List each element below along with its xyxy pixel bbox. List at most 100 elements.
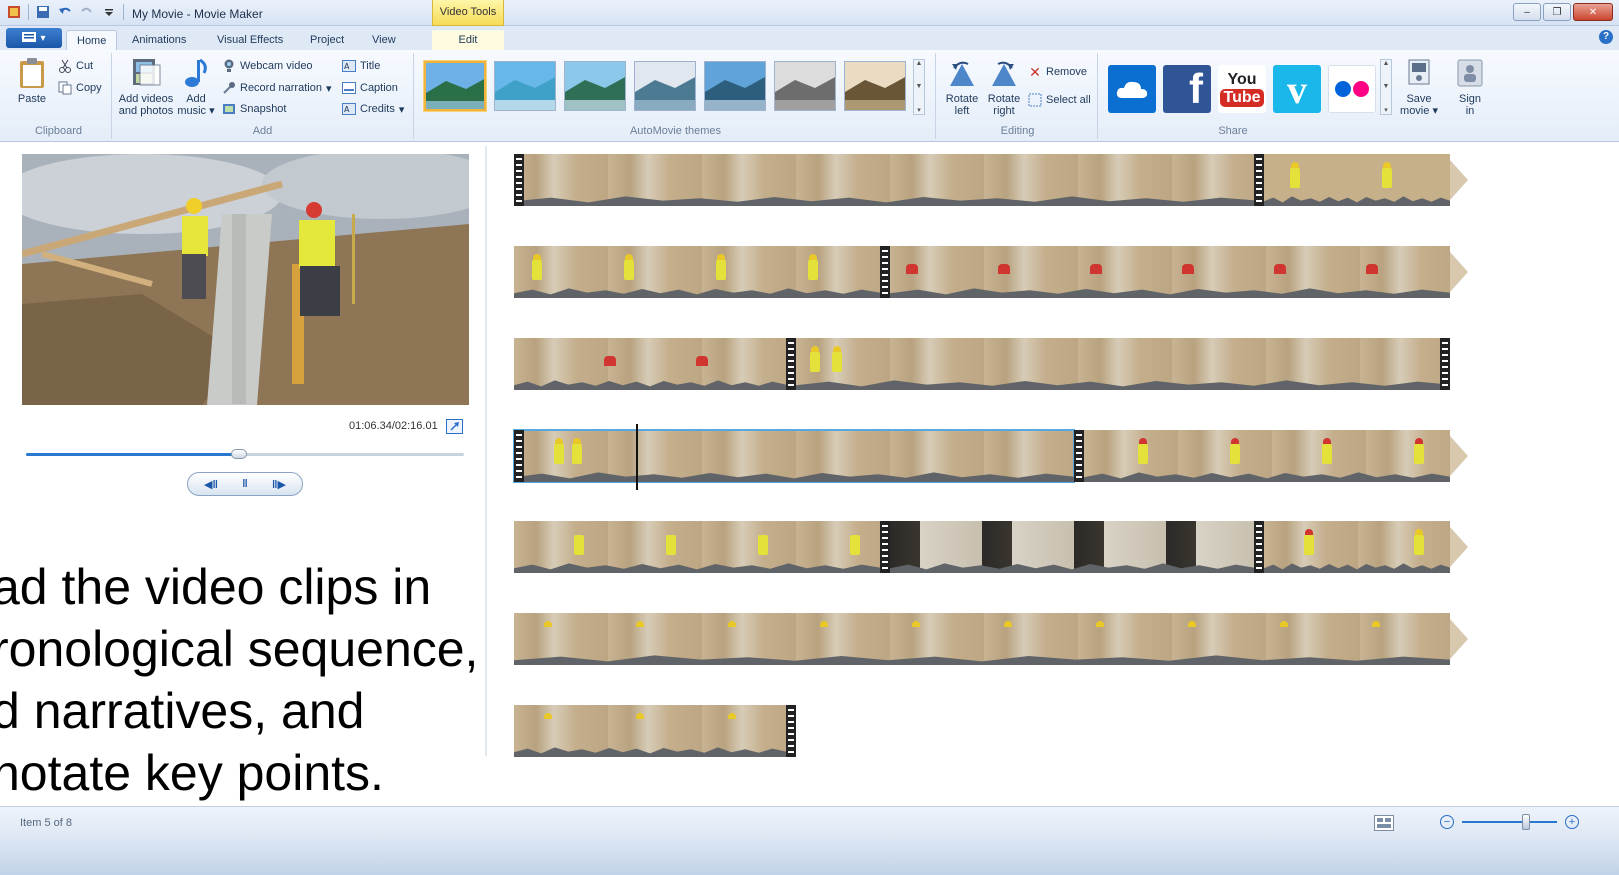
- add-music-button[interactable]: Add music ▾: [176, 57, 216, 117]
- automovie-theme-tile[interactable]: [424, 61, 486, 111]
- storyboard-row: [514, 338, 1474, 390]
- window-controls: – ❐ ✕: [1513, 3, 1613, 21]
- video-clip[interactable]: [514, 154, 1258, 206]
- restore-button[interactable]: ❐: [1543, 3, 1571, 21]
- ribbon: Paste Cut Copy Clipboard Add videos and …: [0, 50, 1619, 142]
- video-clip[interactable]: [1264, 521, 1450, 573]
- video-clip[interactable]: [1264, 154, 1450, 206]
- tab-animations[interactable]: Animations: [122, 30, 196, 50]
- storyboard-view-icon[interactable]: [1374, 815, 1394, 831]
- tab-visual-effects[interactable]: Visual Effects: [207, 30, 293, 50]
- video-clip[interactable]: [890, 246, 1450, 298]
- scroll-down-icon[interactable]: ▼: [916, 83, 923, 90]
- video-preview-monitor[interactable]: [22, 154, 469, 405]
- onedrive-cloud-icon[interactable]: [1108, 65, 1156, 113]
- pause-button[interactable]: ‖: [230, 475, 260, 493]
- automovie-theme-tile[interactable]: [634, 61, 696, 111]
- snapshot-button[interactable]: Snapshot: [222, 102, 286, 116]
- credits-button[interactable]: A Credits ▾: [342, 102, 404, 116]
- playback-controls: ◀‖ ‖ ‖▶: [187, 472, 303, 496]
- tab-project[interactable]: Project: [300, 30, 354, 50]
- rotate-left-button[interactable]: Rotate left: [942, 57, 982, 117]
- video-clip[interactable]: [514, 705, 786, 757]
- previous-frame-button[interactable]: ◀‖: [196, 475, 226, 493]
- chevron-down-icon: ▾: [325, 82, 332, 95]
- copy-button[interactable]: Copy: [58, 81, 102, 95]
- record-narration-button[interactable]: Record narration ▾: [222, 81, 331, 95]
- video-clip[interactable]: [514, 338, 786, 390]
- rotate-left-icon: [946, 57, 978, 89]
- file-menu-button[interactable]: ▾: [6, 28, 62, 48]
- title-button[interactable]: A Title: [342, 59, 380, 73]
- webcam-video-button[interactable]: Webcam video: [222, 59, 313, 73]
- automovie-theme-tile[interactable]: [704, 61, 766, 111]
- window-title: My Movie - Movie Maker: [132, 7, 263, 21]
- caption-button[interactable]: Caption: [342, 81, 398, 95]
- clip-boundary-marker: [786, 705, 796, 757]
- video-clip[interactable]: [514, 521, 880, 573]
- save-movie-button[interactable]: Save movie ▾: [1398, 57, 1440, 117]
- overlay-line: ad the video clips in: [0, 559, 432, 615]
- row-continue-arrow: [1450, 619, 1468, 659]
- vimeo-icon[interactable]: v: [1273, 65, 1321, 113]
- zoom-slider[interactable]: [1462, 814, 1557, 830]
- minimize-button[interactable]: –: [1513, 3, 1541, 21]
- undo-icon[interactable]: [57, 4, 73, 20]
- help-icon[interactable]: ?: [1599, 30, 1613, 44]
- video-clip[interactable]: [1084, 430, 1450, 482]
- gallery-expand-icon[interactable]: ▾: [917, 106, 921, 114]
- paste-button[interactable]: Paste: [12, 57, 52, 105]
- automovie-themes-group: ▲ ▼ ▾ AutoMovie themes: [416, 53, 936, 139]
- themes-gallery-scroll[interactable]: ▲ ▼ ▾: [913, 59, 925, 115]
- automovie-theme-tile[interactable]: [774, 61, 836, 111]
- overlay-line: ronological sequence,: [0, 621, 479, 677]
- scroll-down-icon[interactable]: ▼: [1383, 83, 1390, 90]
- zoom-in-button[interactable]: +: [1565, 815, 1579, 829]
- select-all-button[interactable]: Select all: [1028, 93, 1091, 107]
- tab-home[interactable]: Home: [66, 30, 118, 50]
- close-button[interactable]: ✕: [1573, 3, 1613, 21]
- share-gallery-scroll[interactable]: ▲ ▼ ▾: [1380, 59, 1392, 115]
- youtube-icon[interactable]: You Tube: [1218, 65, 1266, 113]
- customize-qat-icon[interactable]: [101, 4, 117, 20]
- seek-thumb[interactable]: [230, 449, 247, 459]
- automovie-theme-tile[interactable]: [494, 61, 556, 111]
- seek-slider[interactable]: [26, 449, 464, 459]
- scroll-up-icon[interactable]: ▲: [1383, 60, 1390, 67]
- tab-view[interactable]: View: [362, 30, 406, 50]
- automovie-themes-label: AutoMovie themes: [629, 125, 722, 137]
- rotate-right-button[interactable]: Rotate right: [984, 57, 1024, 117]
- video-clip[interactable]: [796, 338, 1450, 390]
- sign-in-user-icon: [1454, 57, 1486, 89]
- video-clip[interactable]: [514, 246, 880, 298]
- gallery-expand-icon[interactable]: ▾: [1384, 106, 1388, 114]
- selected-video-clip[interactable]: [513, 429, 1075, 483]
- storyboard-playhead[interactable]: [636, 424, 638, 490]
- zoom-slider-thumb[interactable]: [1521, 814, 1530, 830]
- automovie-theme-tile[interactable]: [564, 61, 626, 111]
- fullscreen-preview-icon[interactable]: [446, 419, 463, 434]
- chevron-down-icon: ▾: [40, 32, 46, 44]
- webcam-icon: [222, 59, 236, 73]
- cut-button[interactable]: Cut: [58, 59, 93, 73]
- automovie-theme-tile[interactable]: [844, 61, 906, 111]
- add-videos-photos-button[interactable]: Add videos and photos: [116, 57, 176, 117]
- next-frame-button[interactable]: ‖▶: [264, 475, 294, 493]
- save-icon[interactable]: [35, 4, 51, 20]
- clip-boundary-marker: [514, 430, 524, 482]
- redo-icon[interactable]: [79, 4, 95, 20]
- chevron-down-icon: ▾: [1432, 105, 1438, 117]
- zoom-out-button[interactable]: −: [1440, 815, 1454, 829]
- video-clip[interactable]: [514, 613, 1450, 665]
- snapshot-icon: [222, 102, 236, 116]
- app-icon[interactable]: [6, 4, 22, 20]
- preview-timecode: 01:06.34/02:16.01: [349, 420, 438, 432]
- tab-edit[interactable]: Edit: [432, 30, 504, 50]
- facebook-icon[interactable]: f: [1163, 65, 1211, 113]
- video-clip[interactable]: [890, 521, 1254, 573]
- remove-button[interactable]: ✕ Remove: [1028, 64, 1087, 80]
- seek-progress: [26, 453, 239, 456]
- scroll-up-icon[interactable]: ▲: [916, 60, 923, 67]
- flickr-icon[interactable]: [1328, 65, 1376, 113]
- sign-in-button[interactable]: Sign in: [1452, 57, 1488, 117]
